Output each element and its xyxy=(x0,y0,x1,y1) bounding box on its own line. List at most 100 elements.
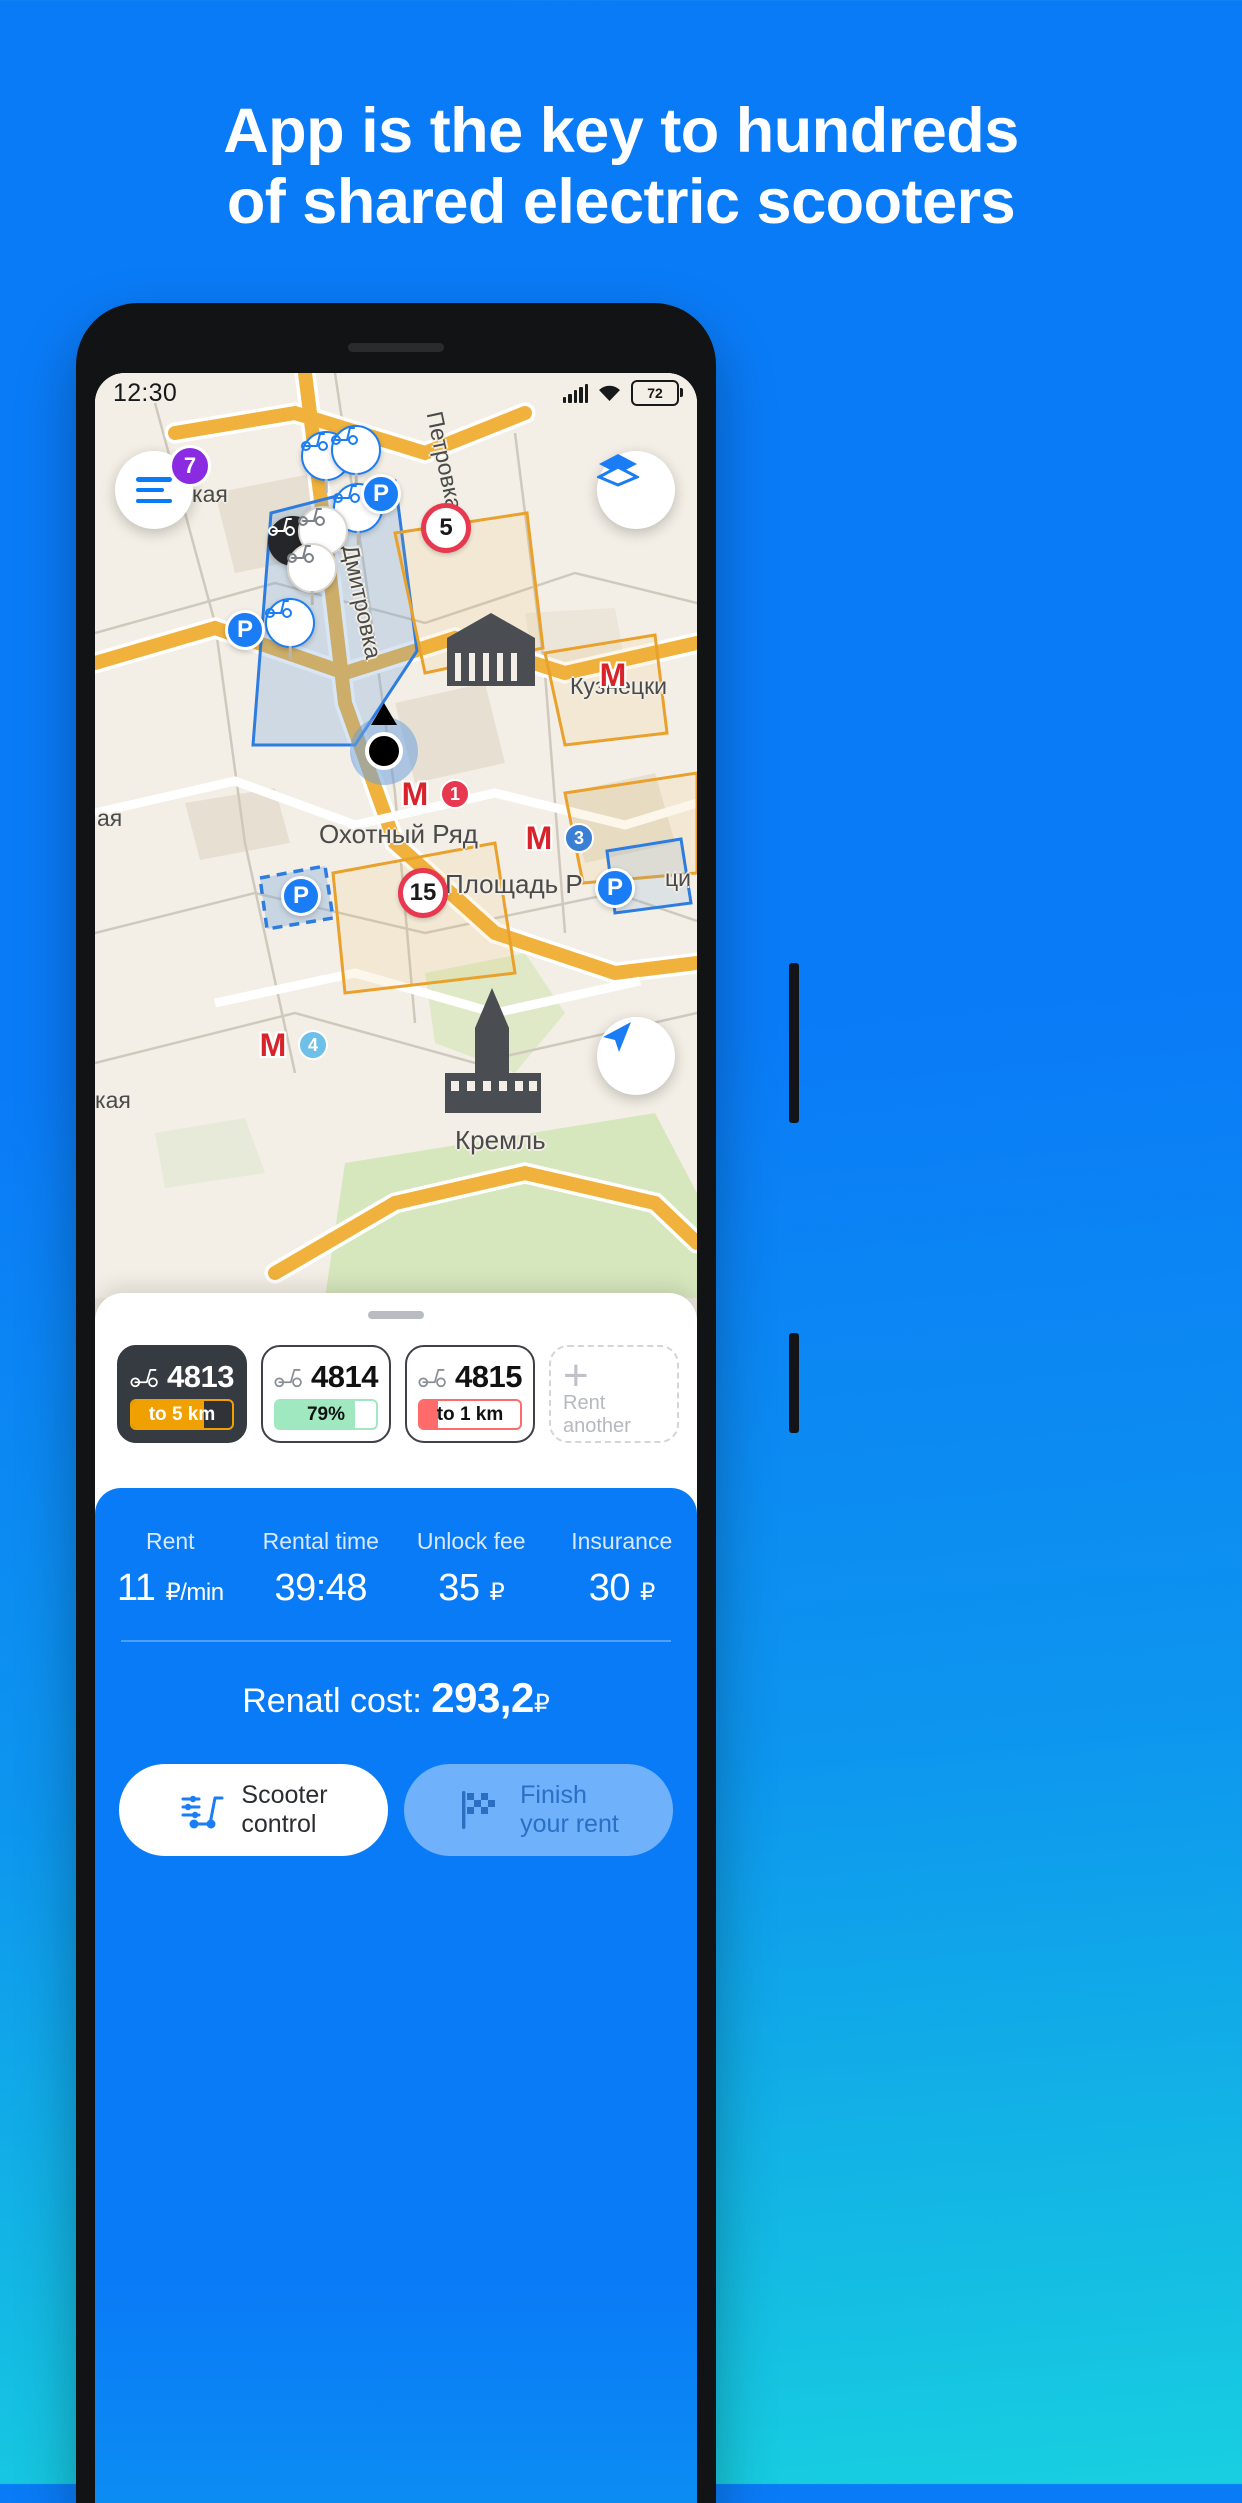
map-layers-icon xyxy=(597,454,639,487)
scooter-pin-icon xyxy=(331,425,381,475)
map-label: ая xyxy=(97,805,123,831)
wifi-icon xyxy=(599,385,620,401)
navigation-arrow-icon xyxy=(603,1022,631,1052)
map-metro-station: М 4 xyxy=(250,1026,328,1063)
speed-limit-value: 15 xyxy=(398,868,448,918)
stat-number: 39:48 xyxy=(274,1567,368,1609)
badge-label: 79% xyxy=(306,1403,346,1425)
status-indicators: 72 xyxy=(562,380,683,406)
plus-icon: + xyxy=(563,1351,589,1400)
stat-value: 35 ₽ xyxy=(396,1567,547,1610)
map-parking-marker[interactable]: P xyxy=(361,474,401,514)
scooter-status-badge: to 5 km xyxy=(130,1399,234,1430)
stat-rent: Rent 11 ₽/min xyxy=(95,1528,246,1610)
phone-button-extra xyxy=(789,1333,799,1433)
map-metro-station: М 1 xyxy=(392,775,470,812)
button-line2: your rent xyxy=(520,1810,619,1838)
signal-bars-icon xyxy=(562,383,588,403)
promo-headline-line2: of shared electric scooters xyxy=(226,166,1016,237)
map-parking-marker[interactable]: P xyxy=(225,610,265,650)
map-scooter-marker[interactable] xyxy=(265,598,315,648)
scooter-card-header: 4815 xyxy=(418,1359,522,1395)
map-speed-limit-sign: 5 xyxy=(421,503,471,553)
scooter-status-badge: to 1 km xyxy=(418,1399,522,1430)
stat-value: 39:48 xyxy=(246,1567,397,1610)
badge-fill xyxy=(420,1401,438,1428)
badge-label: to 5 km xyxy=(148,1403,216,1425)
map-scooter-marker[interactable] xyxy=(287,543,337,593)
scooter-card-4813[interactable]: 4813 to 5 km xyxy=(117,1345,247,1443)
map-scooter-marker[interactable] xyxy=(331,425,381,475)
parking-icon: P xyxy=(595,868,635,908)
checkered-flag-icon xyxy=(462,1791,496,1829)
total-cost-unit: ₽ xyxy=(533,1690,550,1718)
finish-rent-button[interactable]: Finish your rent xyxy=(404,1764,673,1856)
button-line2: control xyxy=(241,1810,317,1838)
stat-unit: ₽ xyxy=(640,1579,655,1606)
stat-value: 30 ₽ xyxy=(547,1567,698,1610)
phone-screen: инская Петровка Б. Дмитровка Кузнецки Ох… xyxy=(95,373,697,2503)
speed-limit-value: 5 xyxy=(421,503,471,553)
scooter-id: 4815 xyxy=(455,1359,522,1394)
map-label: Кремль xyxy=(455,1125,546,1155)
map-label: Площадь Р xyxy=(445,869,583,899)
parking-icon: P xyxy=(281,876,321,916)
scooter-control-button[interactable]: Scooter control xyxy=(119,1764,388,1856)
map-speed-limit-sign: 15 xyxy=(398,868,448,918)
stat-rental-time: Rental time 39:48 xyxy=(246,1528,397,1610)
scooter-card-list[interactable]: 4813 to 5 km 4814 79% 4815 to 1 km + Ren… xyxy=(117,1345,697,1443)
status-bar: 12:30 72 xyxy=(95,373,697,413)
scooter-card-4814[interactable]: 4814 79% xyxy=(261,1345,391,1443)
bottom-sheet: 4813 to 5 km 4814 79% 4815 to 1 km + Ren… xyxy=(95,1293,697,2503)
map-label: ци xyxy=(665,865,692,891)
promo-headline: App is the key to hundreds of shared ele… xyxy=(0,96,1242,237)
scooter-control-label: Scooter control xyxy=(241,1781,327,1840)
phone-mockup: инская Петровка Б. Дмитровка Кузнецки Ох… xyxy=(76,303,799,2503)
info-divider xyxy=(121,1640,671,1642)
scooter-icon xyxy=(418,1369,446,1388)
heading-arrow-icon xyxy=(371,703,397,725)
metro-icon: М xyxy=(401,775,429,812)
current-location-marker xyxy=(350,703,418,785)
map-layers-button[interactable] xyxy=(597,451,675,529)
stat-label: Insurance xyxy=(571,1528,673,1554)
map-locate-button[interactable] xyxy=(597,1017,675,1095)
button-line1: Scooter xyxy=(241,1780,328,1809)
phone-speaker xyxy=(348,343,444,352)
metro-icon: М xyxy=(259,1026,287,1063)
rent-another-card[interactable]: + Rent another xyxy=(549,1345,679,1443)
status-clock: 12:30 xyxy=(113,378,178,407)
phone-power-button xyxy=(789,963,799,1123)
stat-value: 11 ₽/min xyxy=(95,1567,246,1610)
total-cost-label: Renatl cost: xyxy=(242,1682,422,1720)
promo-headline-line1: App is the key to hundreds xyxy=(223,96,1019,166)
map-parking-marker[interactable]: P xyxy=(281,876,321,916)
scooter-pin-icon xyxy=(287,543,337,593)
total-cost-value: 293,2 xyxy=(431,1674,534,1721)
scooter-card-header: 4813 xyxy=(130,1359,234,1395)
stat-label: Rental time xyxy=(262,1528,379,1554)
sheet-drag-handle[interactable] xyxy=(368,1311,424,1319)
metro-line-number: 3 xyxy=(564,823,594,853)
scooter-id: 4814 xyxy=(311,1359,378,1394)
map-metro-station: М 3 xyxy=(516,820,594,856)
scooter-card-4815[interactable]: 4815 to 1 km xyxy=(405,1345,535,1443)
hamburger-menu-icon xyxy=(136,477,172,503)
parking-icon: P xyxy=(361,474,401,514)
scooter-battery-badge: 79% xyxy=(274,1399,378,1430)
stat-number: 30 xyxy=(588,1567,631,1609)
metro-icon: М xyxy=(599,656,627,693)
badge-label: to 1 km xyxy=(436,1403,504,1425)
battery-percent: 72 xyxy=(647,385,663,401)
map-view[interactable]: инская Петровка Б. Дмитровка Кузнецки Ох… xyxy=(95,373,697,1298)
rental-info-panel: Rent 11 ₽/min Rental time 39:48 Unlock f… xyxy=(95,1488,697,2503)
map-metro-station: М xyxy=(590,656,636,693)
map-label: кая xyxy=(95,1087,131,1113)
action-buttons: Scooter control Finish your rent xyxy=(119,1764,673,1856)
total-cost-row: Renatl cost: 293,2₽ xyxy=(95,1674,697,1722)
battery-icon: 72 xyxy=(631,380,683,406)
map-label: Охотный Ряд xyxy=(319,819,478,849)
menu-notification-badge: 7 xyxy=(169,445,211,487)
scooter-icon xyxy=(130,1369,158,1388)
map-parking-marker[interactable]: P xyxy=(595,868,635,908)
